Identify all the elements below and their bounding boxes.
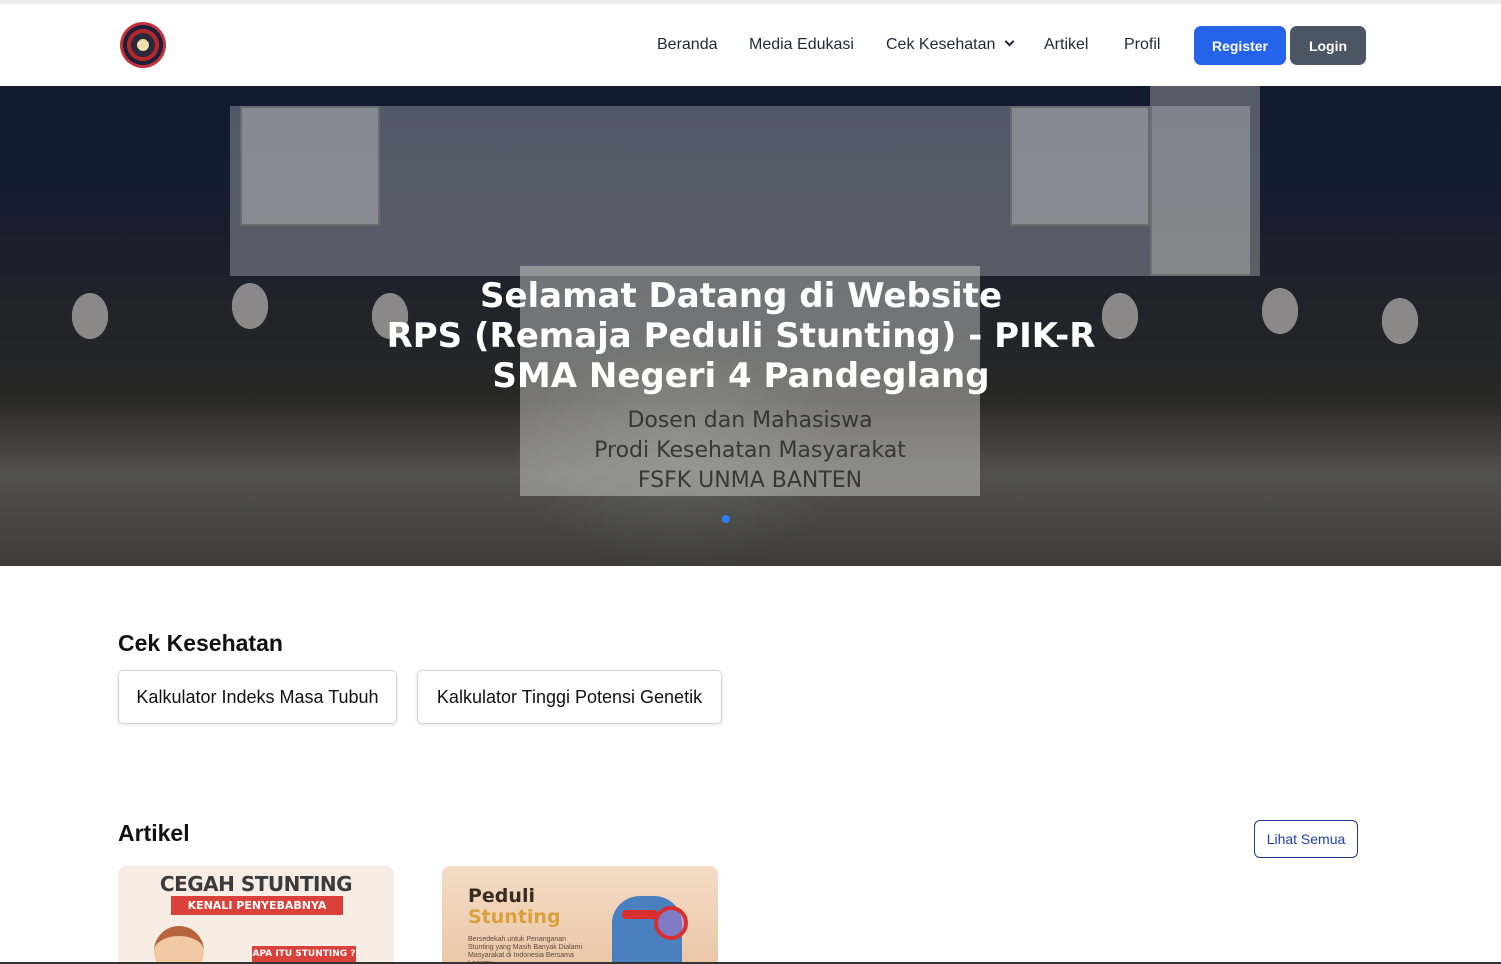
hero-banner-line: FSFK UNMA BANTEN	[637, 468, 863, 493]
artikel-title: Artikel	[118, 820, 190, 846]
hero-carousel[interactable]: Dosen dan Mahasiswa Prodi Kesehatan Masy…	[0, 86, 1501, 566]
nav-media-edukasi[interactable]: Media Edukasi	[749, 34, 854, 56]
hero-title: Selamat Datang di Website RPS (Remaja Pe…	[0, 276, 1482, 396]
hero-banner-line: Prodi Kesehatan Masyarakat	[594, 438, 906, 463]
genetic-height-calculator-button[interactable]: Kalkulator Tinggi Potensi Genetik	[417, 670, 722, 724]
nav-profil[interactable]: Profil	[1124, 34, 1160, 56]
hero-banner-text: Dosen dan Mahasiswa Prodi Kesehatan Masy…	[580, 406, 920, 496]
nav-cek-kesehatan[interactable]: Cek Kesehatan	[886, 34, 1015, 56]
article-card-heading-line: Peduli	[468, 885, 535, 907]
nav-beranda[interactable]: Beranda	[657, 34, 718, 56]
article-card[interactable]: Peduli Stunting Bersedekah untuk Penanga…	[442, 866, 718, 964]
article-card-heading: Peduli Stunting	[468, 886, 561, 928]
child-illustration-icon	[154, 926, 204, 964]
register-button[interactable]: Register	[1194, 26, 1286, 65]
hero-banner-line: Dosen dan Mahasiswa	[627, 408, 873, 433]
article-card[interactable]: CEGAH STUNTING KENALI PENYEBABNYA APA IT…	[118, 866, 394, 964]
cek-kesehatan-title: Cek Kesehatan	[118, 630, 283, 656]
navbar: ✿ Beranda Media Edukasi Cek Kesehatan Ar…	[0, 4, 1501, 86]
nav-cek-kesehatan-label: Cek Kesehatan	[886, 36, 996, 53]
hero-mask-icon	[622, 910, 658, 919]
hero-title-line: Selamat Datang di Website	[479, 276, 1003, 316]
article-card-heading: CEGAH STUNTING	[159, 872, 353, 896]
article-card-tag: APA ITU STUNTING ?	[252, 946, 356, 963]
bmi-calculator-button[interactable]: Kalkulator Indeks Masa Tubuh	[118, 670, 397, 724]
login-button[interactable]: Login	[1290, 26, 1366, 65]
carousel-indicator-active[interactable]	[722, 515, 730, 523]
site-logo[interactable]: ✿	[120, 22, 166, 68]
see-all-button[interactable]: Lihat Semua	[1254, 820, 1358, 858]
nav-artikel[interactable]: Artikel	[1044, 34, 1088, 56]
prohibition-sign-icon	[654, 906, 688, 940]
article-card-heading-line: Stunting	[468, 906, 561, 928]
chevron-down-icon	[1004, 36, 1015, 47]
logo-emblem-icon: ✿	[137, 36, 149, 53]
hero-title-line: SMA Negeri 4 Pandeglang	[492, 356, 990, 396]
hero-title-line: RPS (Remaja Peduli Stunting) - PIK-R	[386, 316, 1096, 356]
article-card-description: Bersedekah untuk Penanganan Stunting yan…	[468, 936, 583, 964]
article-card-subheading: KENALI PENYEBABNYA	[171, 896, 343, 915]
